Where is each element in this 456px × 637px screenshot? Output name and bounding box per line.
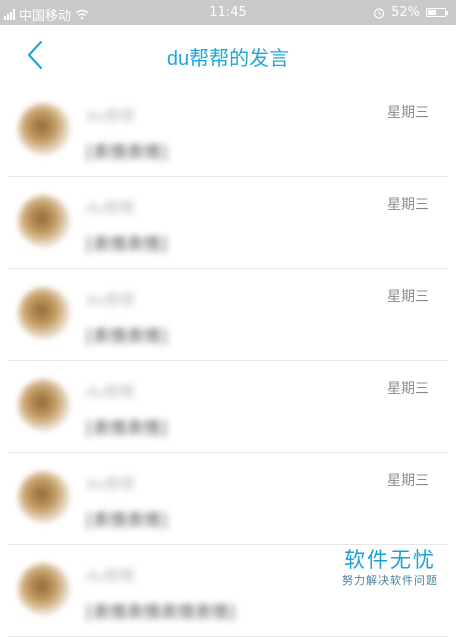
- page-title: du帮帮的发言: [166, 48, 290, 70]
- list-item[interactable]: du帮帮 [表情表情] 星期三: [0, 85, 456, 177]
- avatar: [18, 103, 70, 155]
- message-text: [表情表情]: [86, 511, 168, 531]
- sender-name: du帮帮: [86, 475, 136, 493]
- message-text: [表情表情]: [86, 327, 168, 347]
- message-time: 星期三: [387, 472, 429, 488]
- message-text: [表情表情表情表情]: [86, 603, 236, 623]
- battery-percent: 52%: [391, 5, 420, 20]
- message-time: 星期三: [387, 104, 429, 120]
- message-text: [表情表情]: [86, 419, 168, 439]
- battery-icon: [426, 8, 448, 17]
- sender-name: du帮帮: [86, 567, 136, 585]
- avatar: [18, 379, 70, 431]
- message-time: 星期三: [387, 288, 429, 304]
- message-text: [表情表情]: [86, 143, 168, 163]
- list-item[interactable]: du帮帮 [表情表情] 星期三: [0, 269, 456, 361]
- avatar: [18, 563, 70, 615]
- nav-bar: du帮帮的发言: [0, 25, 456, 85]
- sender-name: du帮帮: [86, 107, 136, 125]
- message-text: [表情表情]: [86, 235, 168, 255]
- watermark: 软件无忧 努力解决软件问题: [342, 548, 438, 588]
- sender-name: du帮帮: [86, 199, 136, 217]
- sender-name: du帮帮: [86, 383, 136, 401]
- status-bar: 中国移动 11:45 52%: [0, 0, 456, 25]
- watermark-title: 软件无忧: [344, 548, 436, 572]
- list-item[interactable]: du帮帮 [表情表情] 星期三: [0, 361, 456, 453]
- sender-name: du帮帮: [86, 291, 136, 309]
- list-item[interactable]: du帮帮 [表情表情] 星期三: [0, 177, 456, 269]
- avatar: [18, 195, 70, 247]
- alarm-icon: [373, 7, 385, 19]
- watermark-subtitle: 努力解决软件问题: [342, 574, 438, 587]
- list-item[interactable]: du帮帮 [表情表情] 星期三: [0, 453, 456, 545]
- message-time: 星期三: [387, 196, 429, 212]
- avatar: [18, 287, 70, 339]
- avatar: [18, 471, 70, 523]
- status-right: 52%: [373, 5, 448, 20]
- message-time: 星期三: [387, 380, 429, 396]
- battery-fill: [428, 10, 436, 15]
